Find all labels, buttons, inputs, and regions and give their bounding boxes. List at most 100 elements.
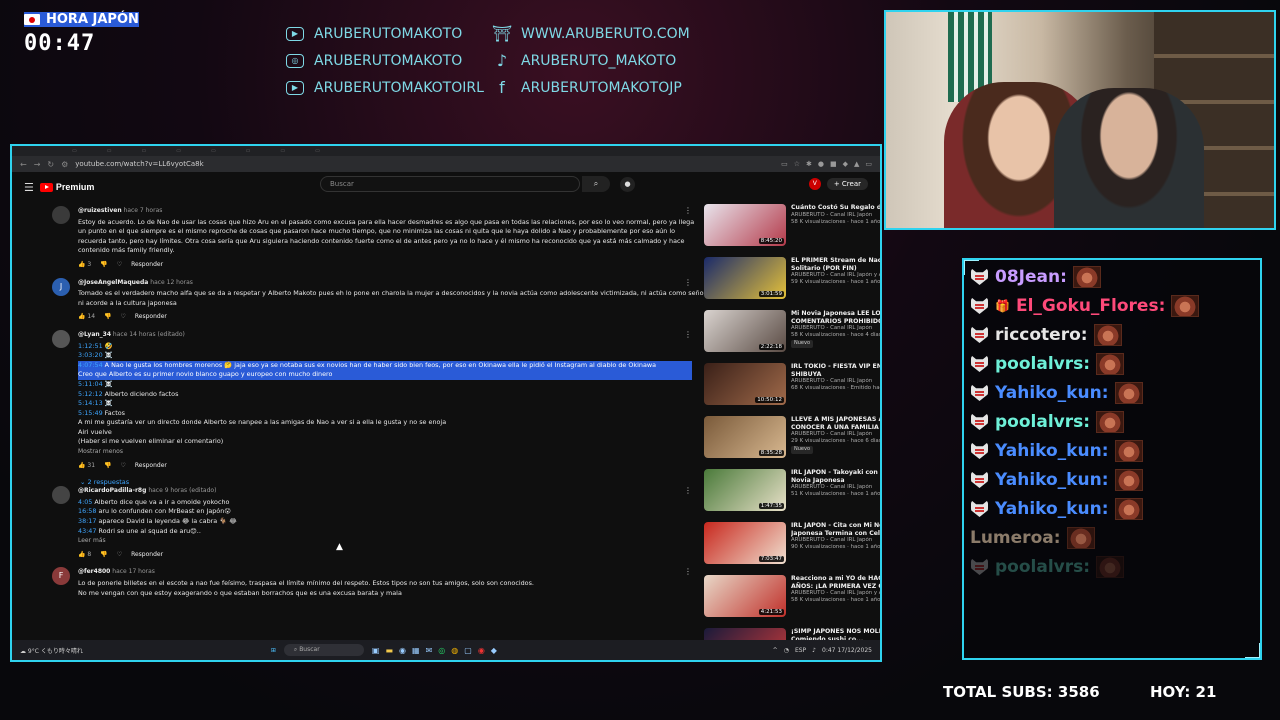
- social-link[interactable]: ⛩ WWW.ARUBERUTO.COM: [492, 24, 693, 43]
- avatar[interactable]: [52, 486, 70, 505]
- timestamp-link[interactable]: 5:11:04: [78, 380, 103, 388]
- extension-icon[interactable]: ●: [818, 160, 824, 168]
- reply-button[interactable]: Responder: [135, 312, 167, 322]
- avatar[interactable]: [52, 206, 70, 224]
- chat-username[interactable]: Yahiko_kun:: [995, 499, 1109, 519]
- heart-icon[interactable]: ♡: [117, 260, 122, 270]
- comment-time[interactable]: hace 14 horas (editado): [113, 331, 185, 338]
- chat-username[interactable]: poolalvrs:: [995, 557, 1090, 577]
- voice-search-button[interactable]: ●: [620, 177, 635, 192]
- dislike-icon[interactable]: 👎: [100, 550, 107, 560]
- task-view-icon[interactable]: ▣: [372, 646, 380, 655]
- like-button[interactable]: 👍 3: [78, 260, 91, 270]
- more-options-icon[interactable]: ⋮: [684, 278, 692, 287]
- comment-author[interactable]: @fer4800: [78, 568, 110, 575]
- url-field[interactable]: youtube.com/watch?v=LL6vyotCa8k: [75, 160, 774, 168]
- forward-icon[interactable]: →: [34, 160, 41, 169]
- timestamp-link[interactable]: 5:12:12: [78, 390, 103, 398]
- chat-username[interactable]: Yahiko_kun:: [995, 441, 1109, 461]
- video-card[interactable]: 1:47:35 IRL JAPÓN - Takoyaki con Mi Novia…: [704, 469, 880, 521]
- chat-username[interactable]: El_Goku_Flores:: [1016, 296, 1165, 316]
- avatar[interactable]: F: [52, 567, 70, 586]
- more-options-icon[interactable]: ⋮: [684, 206, 692, 215]
- social-link[interactable]: ▶ ARUBERUTOMAKOTOIRL: [286, 78, 491, 97]
- dislike-icon[interactable]: 👎: [104, 461, 111, 471]
- comment-author[interactable]: @RicardoPadilla-r8g: [78, 487, 146, 494]
- app-icon[interactable]: ◆: [491, 646, 497, 655]
- tab-strip[interactable]: ▭ ▭ ▭ ▭ ▭ ▭ ▭ ▭: [12, 146, 880, 156]
- video-card[interactable]: 7:03:47 IRL JAPÓN - Cita con Mi Novia Jap…: [704, 522, 880, 574]
- avatar[interactable]: [52, 329, 70, 348]
- timestamp-link[interactable]: 43:47: [78, 527, 96, 535]
- comment-author[interactable]: @JoseAngelMaqueda: [78, 279, 148, 286]
- video-channel[interactable]: ARUBERUTO - Canal IRL Japón y Aruberuto: [791, 590, 880, 597]
- extension-icon[interactable]: ▲: [854, 160, 859, 168]
- chrome-icon[interactable]: ◍: [451, 646, 458, 655]
- extension-icon[interactable]: ▭: [865, 160, 872, 168]
- video-title[interactable]: IRL TOKIO - FIESTA VIP EN SHIBUYA: [791, 363, 880, 378]
- social-link[interactable]: ♪ ARUBERUTO_MAKOTO: [493, 51, 693, 70]
- video-thumbnail[interactable]: 10:50:12: [704, 363, 786, 405]
- video-thumbnail[interactable]: 7:03:47: [704, 522, 786, 564]
- video-card[interactable]: 8:35:28 LLEVÉ A MIS JAPONESAS A CONOCER A…: [704, 416, 880, 468]
- view-replies-button[interactable]: ⌄ 2 respuestas: [80, 478, 692, 486]
- like-button[interactable]: 👍 14: [78, 312, 95, 322]
- whatsapp-icon[interactable]: ◎: [438, 646, 445, 655]
- bookmark-star-icon[interactable]: ☆: [794, 160, 800, 168]
- video-channel[interactable]: ARUBERUTO - Canal IRL Japón: [791, 212, 880, 219]
- chat-username[interactable]: Yahiko_kun:: [995, 470, 1109, 490]
- video-channel[interactable]: ARUBERUTO - Canal IRL Japón: [791, 431, 880, 438]
- video-card[interactable]: 8:45:20 Cuánto Costó Su Regalo de ...ARUB…: [704, 204, 880, 256]
- tray-chevron-icon[interactable]: ^: [773, 647, 778, 654]
- reply-button[interactable]: Responder: [131, 260, 163, 270]
- extension-icon[interactable]: ◆: [843, 160, 848, 168]
- avatar[interactable]: J: [52, 277, 70, 296]
- video-card[interactable]: 10:50:12 IRL TOKIO - FIESTA VIP EN SHIBUY…: [704, 363, 880, 415]
- video-card[interactable]: 3:01:59 EL PRIMER Stream de Nao en Solita…: [704, 257, 880, 309]
- chat-username[interactable]: poolalvrs:: [995, 354, 1090, 374]
- heart-icon[interactable]: ♡: [121, 461, 126, 471]
- more-options-icon[interactable]: ⋮: [684, 330, 692, 339]
- comment-time[interactable]: hace 17 horas: [112, 568, 155, 575]
- back-icon[interactable]: ←: [20, 160, 27, 169]
- video-channel[interactable]: ARUBERUTO - Canal IRL Japón: [791, 484, 880, 491]
- video-thumbnail[interactable]: 2:22:18: [704, 310, 786, 352]
- dislike-icon[interactable]: 👎: [104, 312, 111, 322]
- timestamp-link[interactable]: 4:05: [78, 498, 92, 506]
- video-title[interactable]: Cuánto Costó Su Regalo de ...: [791, 204, 880, 212]
- reload-icon[interactable]: ↻: [47, 160, 54, 169]
- video-title[interactable]: Reacciono a mi YO de HACE 6 AÑOS: ¡LA PR…: [791, 575, 880, 590]
- app-icon[interactable]: ▢: [464, 646, 472, 655]
- video-channel[interactable]: ARUBERUTO - Canal IRL Japón y Aruberuto: [791, 272, 880, 279]
- social-link[interactable]: ◎ ARUBERUTOMAKOTO: [286, 51, 491, 70]
- comment-time[interactable]: hace 9 horas (editado): [148, 487, 216, 494]
- heart-icon[interactable]: ♡: [117, 550, 122, 560]
- comment-time[interactable]: hace 7 horas: [124, 207, 163, 214]
- timestamp-link[interactable]: 38:17: [78, 517, 96, 525]
- chat-username[interactable]: riccotero:: [995, 325, 1088, 345]
- edge-icon[interactable]: ◉: [399, 646, 406, 655]
- like-button[interactable]: 👍 31: [78, 461, 95, 471]
- video-card[interactable]: 4:21:53 Reacciono a mi YO de HACE 6 AÑOS:…: [704, 575, 880, 627]
- heart-icon[interactable]: ♡: [121, 312, 126, 322]
- obs-icon[interactable]: ◉: [478, 646, 485, 655]
- timestamp-link[interactable]: 3:03:20: [78, 351, 103, 359]
- reply-button[interactable]: Responder: [131, 550, 163, 560]
- video-channel[interactable]: ARUBERUTO - Canal IRL Japón: [791, 537, 880, 544]
- video-channel[interactable]: ARUBERUTO - Canal IRL Japón: [791, 325, 880, 332]
- video-thumbnail[interactable]: 8:35:28: [704, 416, 786, 458]
- social-link[interactable]: ▶ ARUBERUTOMAKOTO: [286, 24, 491, 43]
- video-thumbnail[interactable]: 4:21:53: [704, 575, 786, 617]
- video-title[interactable]: IRL JAPÓN - Takoyaki con Mi Novia Japone…: [791, 469, 880, 484]
- taskbar-search[interactable]: ⌕ Buscar: [283, 644, 364, 656]
- chat-username[interactable]: Lumeroa:: [970, 528, 1061, 548]
- youtube-logo[interactable]: Premium: [39, 182, 94, 192]
- show-less-link[interactable]: Mostrar menos: [78, 447, 692, 457]
- timestamp-link[interactable]: 16:58: [78, 507, 96, 515]
- site-info-icon[interactable]: ⚙: [61, 160, 68, 169]
- comment-author[interactable]: @Lyan_34: [78, 331, 111, 338]
- more-options-icon[interactable]: ⋮: [684, 567, 692, 576]
- volume-icon[interactable]: ♪: [812, 647, 816, 654]
- create-button[interactable]: + Crear: [826, 178, 868, 190]
- video-title[interactable]: LLEVÉ A MIS JAPONESAS A CONOCER A UNA FA…: [791, 416, 880, 431]
